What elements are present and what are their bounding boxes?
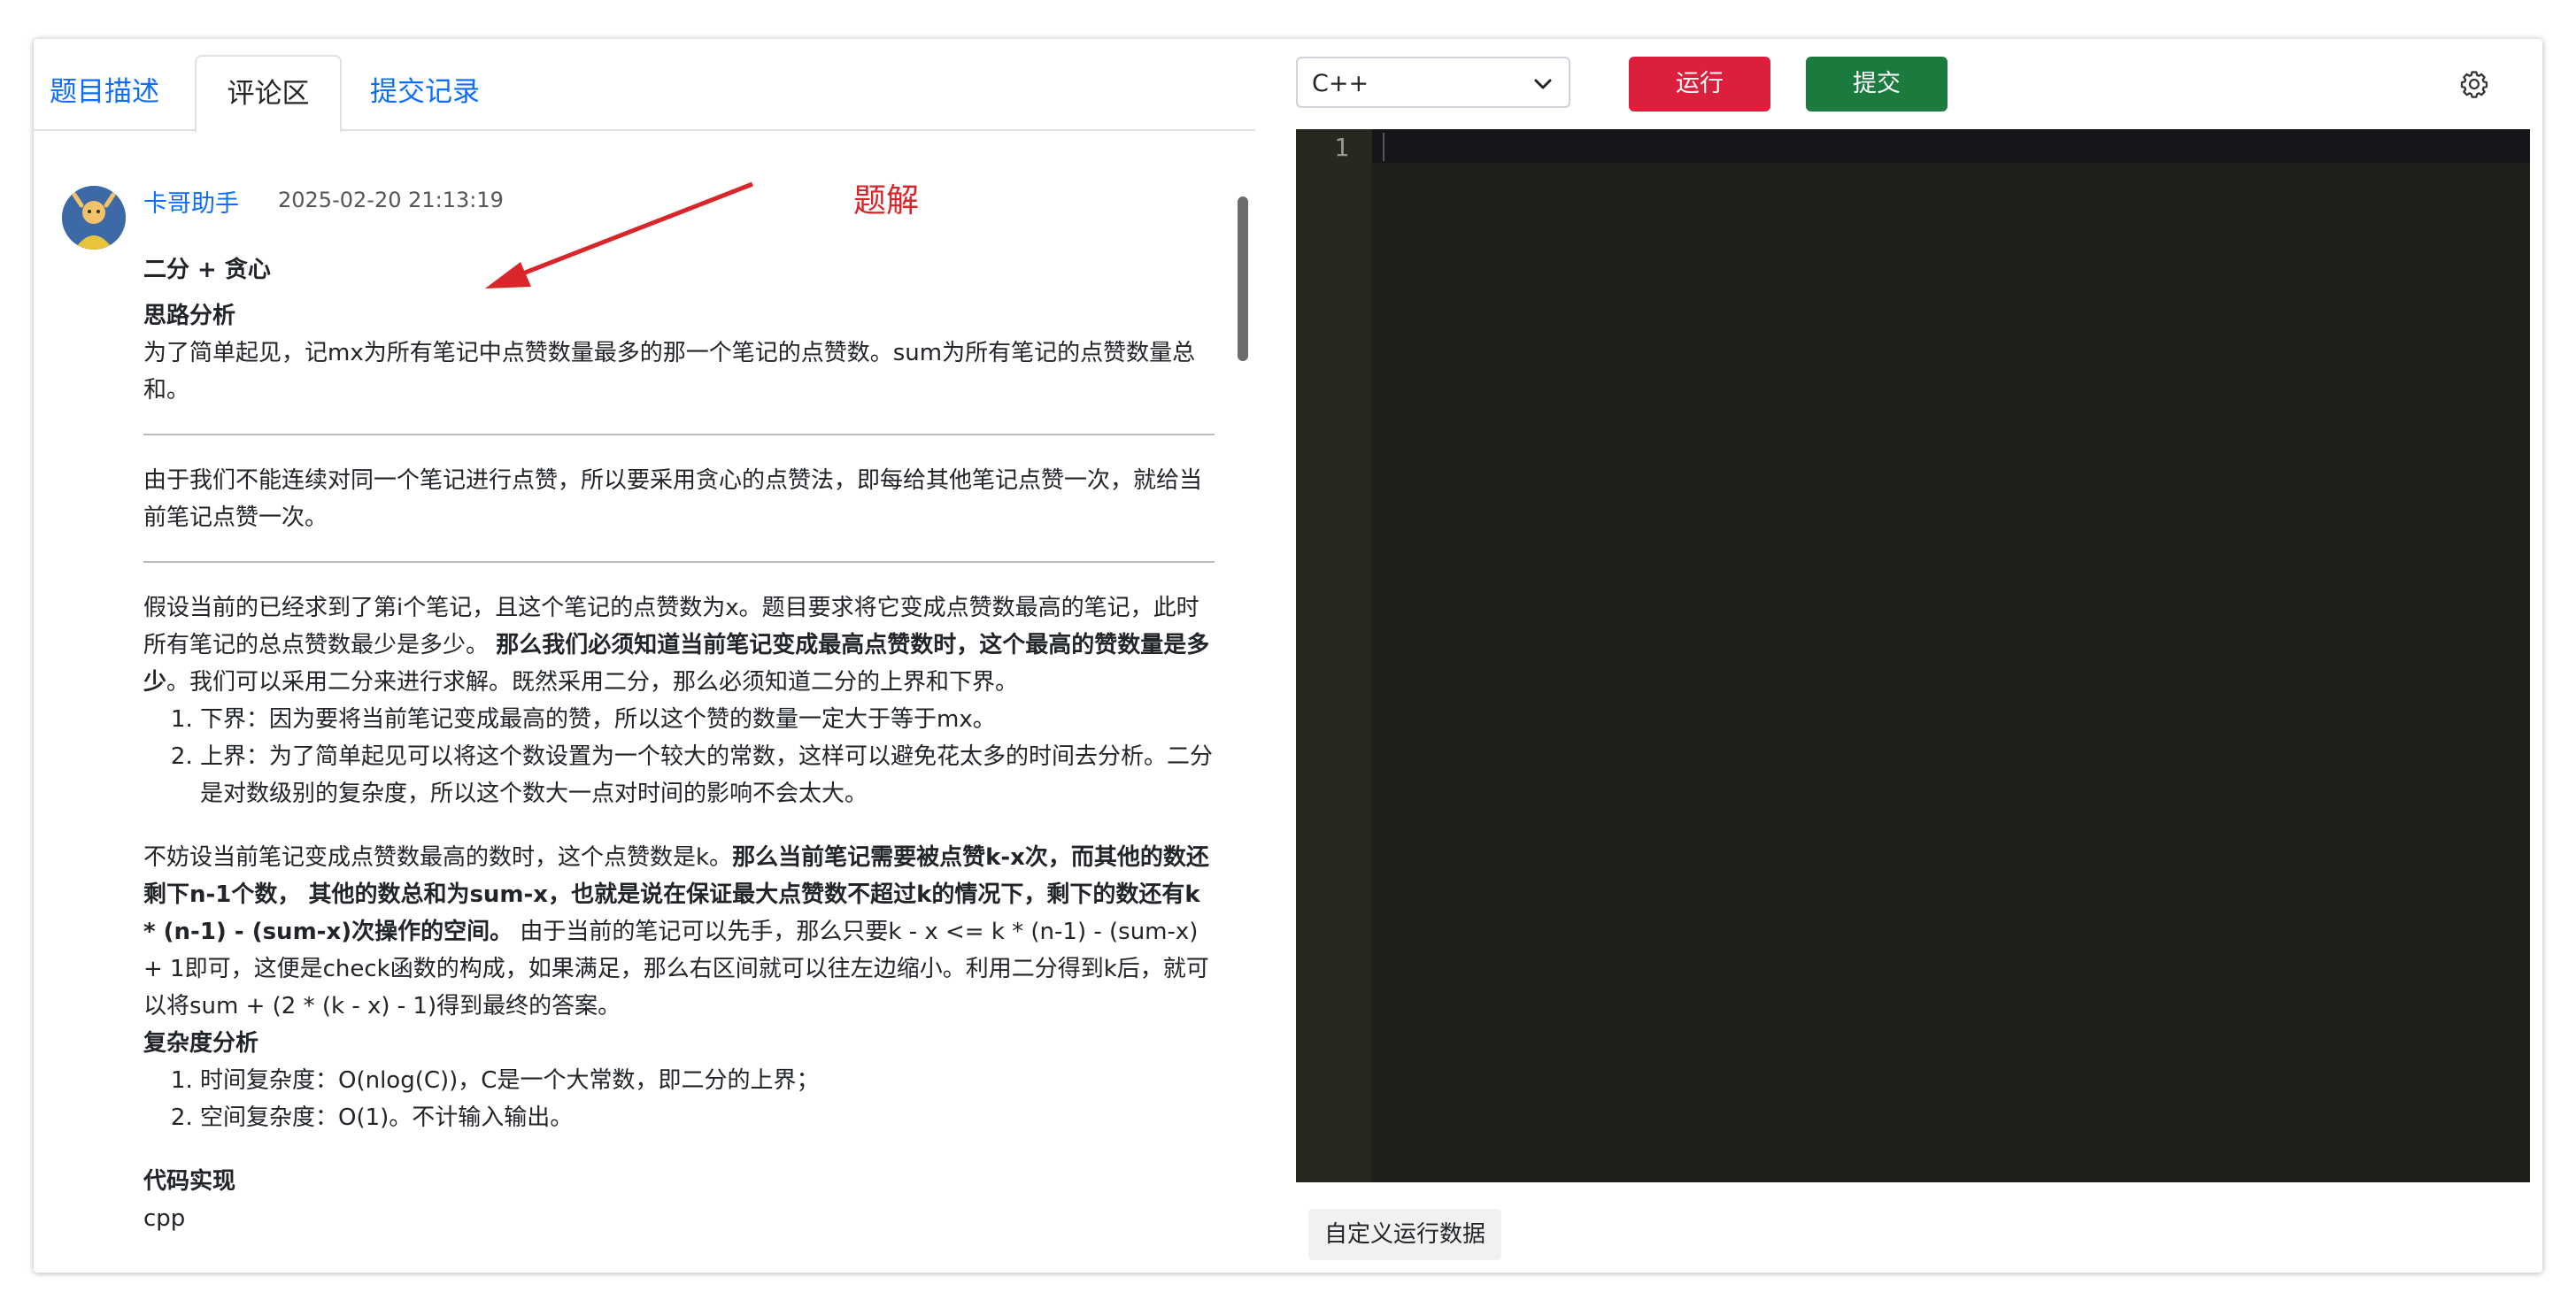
annotation-label: 题解 <box>853 181 919 219</box>
custom-run-data-button[interactable]: 自定义运行数据 <box>1308 1209 1502 1260</box>
paragraph-4: 不妨设当前笔记变成点赞数最高的数时，这个点赞数是k。那么当前笔记需要被点赞k-x… <box>143 844 1209 1019</box>
language-select[interactable]: C++ <box>1296 57 1570 108</box>
page-card: 题目描述 评论区 提交记录 卡哥助手 2025-02-20 21:13:19 二… <box>34 39 2542 1273</box>
code-editor[interactable]: 1 <box>1296 129 2530 1182</box>
divider <box>143 434 1215 435</box>
paragraph-3: 假设当前的已经求到了第i个笔记，且这个笔记的点赞数为x。题目要求将它变成点赞数最… <box>143 595 1210 696</box>
comment-body: 二分 + 贪心 思路分析 为了简单起见，记mx为所有笔记中点赞数量最多的那一个笔… <box>143 251 1215 1237</box>
section-heading-complexity: 复杂度分析 <box>143 1030 259 1057</box>
list-item: 上界：为了简单起见可以将这个数设置为一个较大的常数，这样可以避免花太多的时间去分… <box>200 738 1215 812</box>
paragraph-2: 由于我们不能连续对同一个笔记进行点赞，所以要采用贪心的点赞法，即每给其他笔记点赞… <box>143 467 1203 531</box>
language-select-value: C++ <box>1312 70 1369 97</box>
line-number: 1 <box>1334 133 1349 162</box>
complexity-list: 时间复杂度：O(nlog(C))，C是一个大常数，即二分的上界； 空间复杂度：O… <box>143 1062 1215 1136</box>
submit-button[interactable]: 提交 <box>1806 57 1947 112</box>
list-item: 下界：因为要将当前笔记变成最高的赞，所以这个赞的数量一定大于等于mx。 <box>200 701 1215 738</box>
section-heading-code: 代码实现 <box>143 1168 236 1195</box>
code-lang-label: cpp <box>143 1205 186 1232</box>
gear-icon[interactable] <box>2459 69 2489 99</box>
divider <box>143 561 1215 563</box>
text-cursor <box>1383 133 1384 161</box>
active-line-highlight <box>1372 129 2530 163</box>
paragraph-1: 为了简单起见，记mx为所有笔记中点赞数量最多的那一个笔记的点赞数。sum为所有笔… <box>143 340 1196 404</box>
list-item: 空间复杂度：O(1)。不计输入输出。 <box>200 1099 1215 1136</box>
chevron-down-icon <box>1534 79 1552 89</box>
list-item: 时间复杂度：O(nlog(C))，C是一个大常数，即二分的上界； <box>200 1062 1215 1099</box>
run-button[interactable]: 运行 <box>1629 57 1770 112</box>
scrollbar-thumb[interactable] <box>1238 196 1248 361</box>
annotation-arrow <box>485 181 753 289</box>
bounds-list: 下界：因为要将当前笔记变成最高的赞，所以这个赞的数量一定大于等于mx。 上界：为… <box>143 701 1215 812</box>
editor-gutter: 1 <box>1296 129 1372 1182</box>
